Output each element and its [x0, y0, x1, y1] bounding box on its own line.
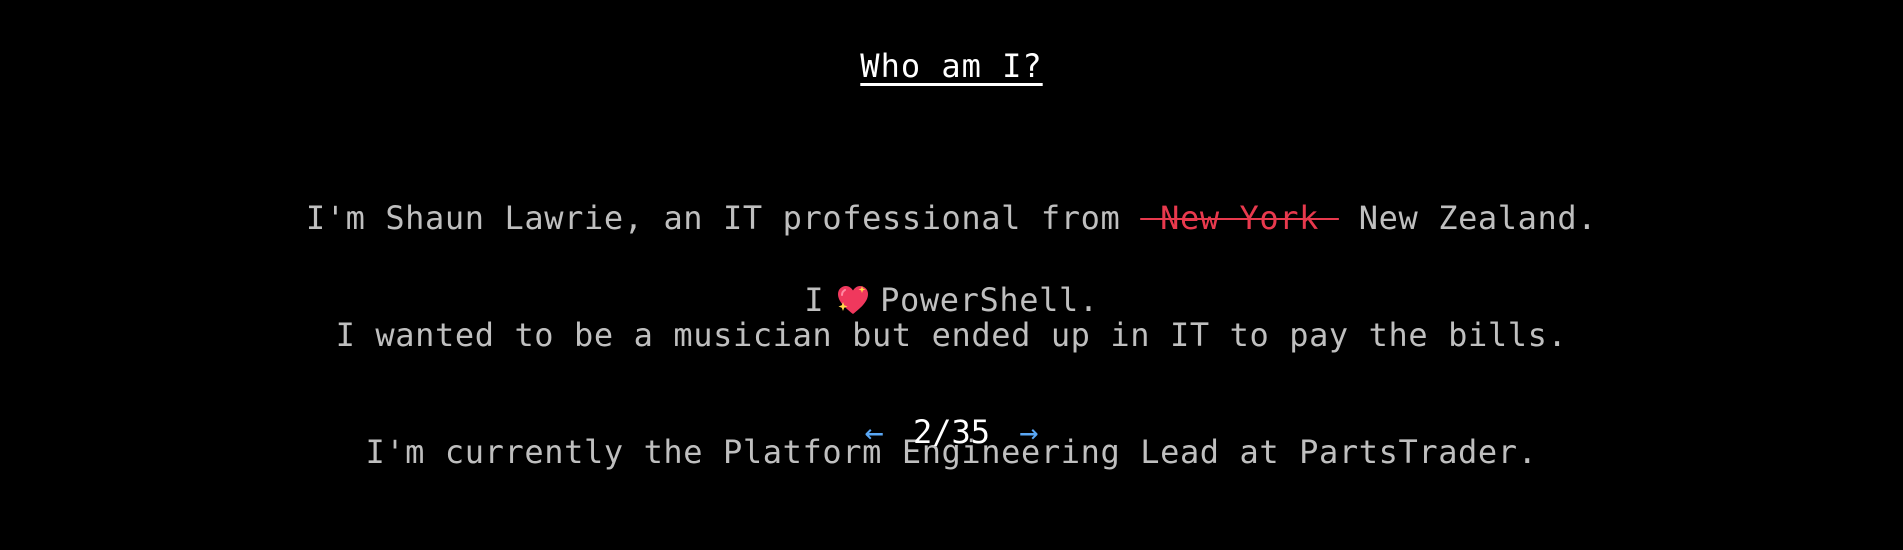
slide-pager: ← 2/35 → — [0, 411, 1903, 453]
love-statement: I PowerShell. — [0, 280, 1903, 320]
love-suffix: PowerShell. — [880, 281, 1099, 319]
struck-city: New York — [1140, 199, 1339, 237]
sparkling-heart-icon — [836, 283, 870, 317]
slide-title: Who am I? — [860, 47, 1043, 85]
previous-slide-button[interactable]: ← — [854, 411, 893, 453]
bio-text: I'm Shaun Lawrie, an IT professional fro… — [0, 121, 1903, 550]
love-prefix: I — [804, 281, 825, 319]
bio-line-1-prefix: I'm Shaun Lawrie, an IT professional fro… — [305, 199, 1141, 237]
bio-line-1: I'm Shaun Lawrie, an IT professional fro… — [0, 199, 1903, 238]
bio-line-1-suffix: New Zealand. — [1338, 199, 1598, 237]
bio-line-2: I wanted to be a musician but ended up i… — [335, 316, 1568, 354]
slide-counter: 2/35 — [912, 413, 991, 451]
slide: Who am I? I'm Shaun Lawrie, an IT profes… — [0, 0, 1903, 471]
next-slide-button[interactable]: → — [1009, 411, 1048, 453]
